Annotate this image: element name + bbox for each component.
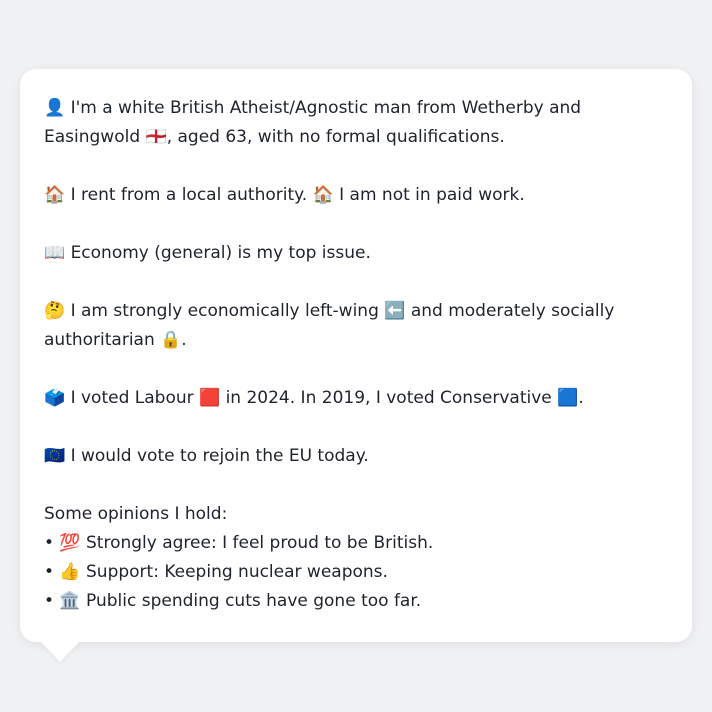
persona-card: 👤 I'm a white British Atheist/Agnostic m… bbox=[20, 69, 692, 642]
eu-stance-text: 🇪🇺 I would vote to rejoin the EU today. bbox=[44, 446, 369, 466]
opinions-heading: Some opinions I hold: bbox=[44, 504, 228, 524]
top-issue-text: 📖 Economy (general) is my top issue. bbox=[44, 243, 371, 263]
opinions-section: Some opinions I hold: • 💯 Strongly agree… bbox=[44, 500, 668, 616]
opinion-item: • 👍 Support: Keeping nuclear weapons. bbox=[44, 562, 388, 582]
identity-text: 👤 I'm a white British Atheist/Agnostic m… bbox=[44, 98, 582, 147]
speech-bubble-tail bbox=[40, 641, 80, 662]
opinion-item: • 🏛️ Public spending cuts have gone too … bbox=[44, 591, 422, 611]
political-position-text: 🤔 I am strongly economically left-wing ⬅… bbox=[44, 301, 615, 350]
housing-work-text: 🏠 I rent from a local authority. 🏠 I am … bbox=[44, 185, 525, 205]
opinion-item: • 💯 Strongly agree: I feel proud to be B… bbox=[44, 533, 434, 553]
voting-history-text: 🗳️ I voted Labour 🟥 in 2024. In 2019, I … bbox=[44, 388, 584, 408]
